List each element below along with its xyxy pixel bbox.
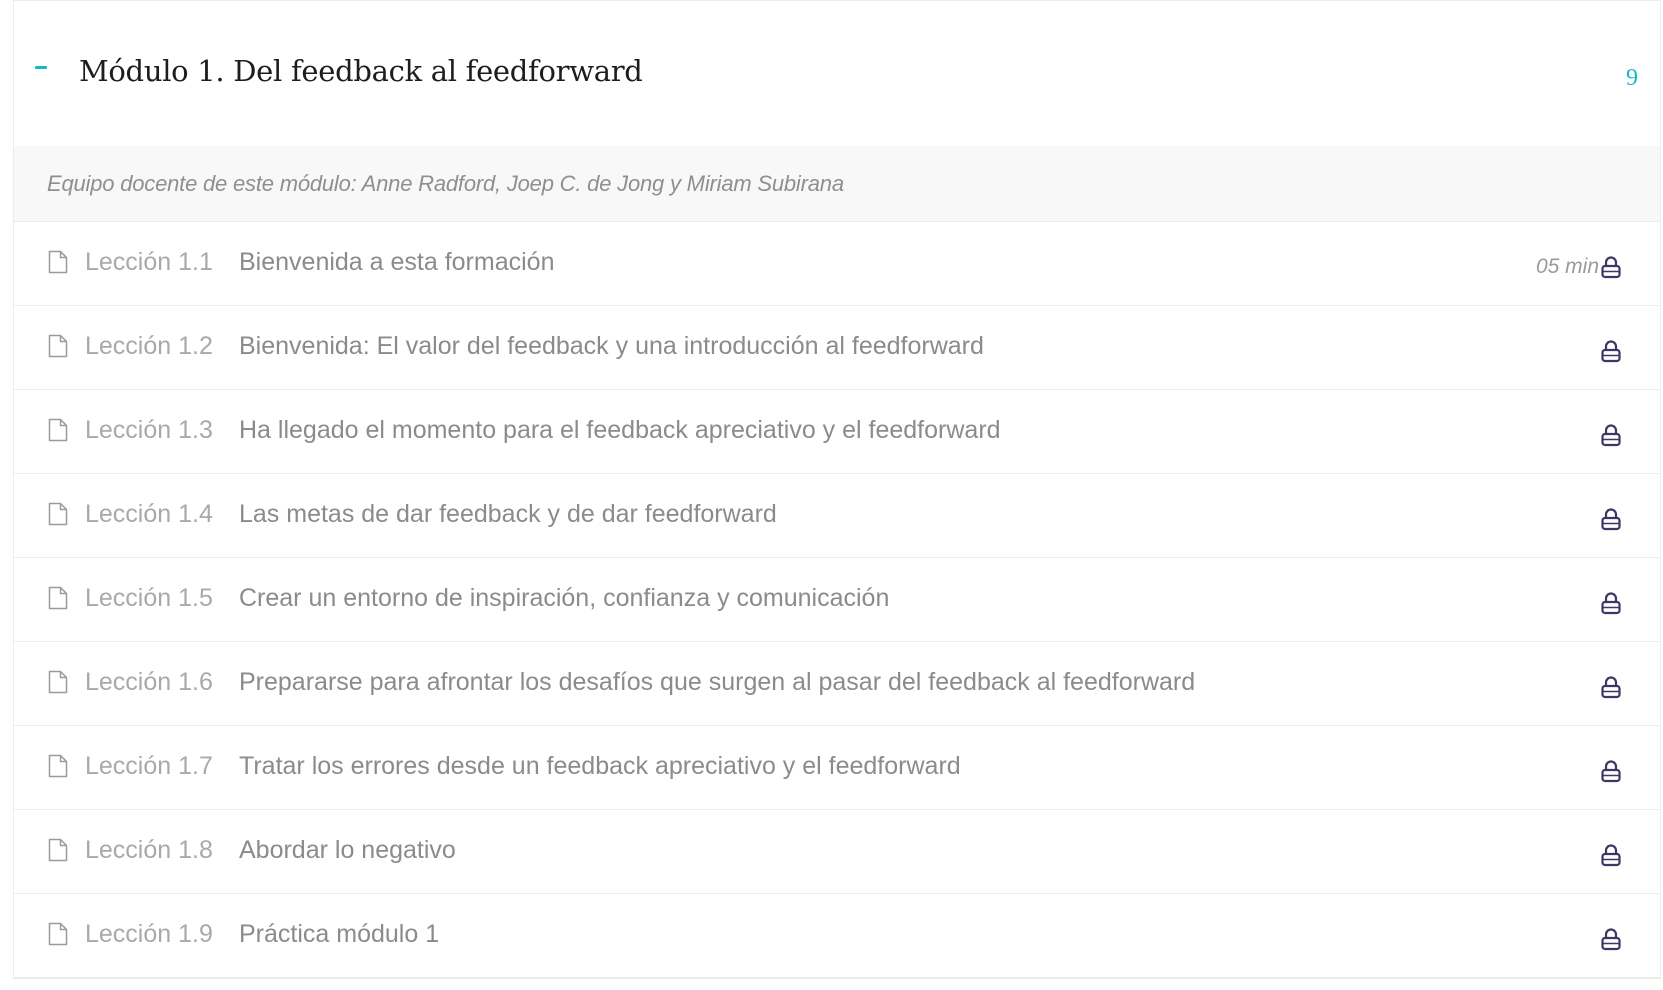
lock-icon [1600, 843, 1622, 867]
instructors-text: Equipo docente de este módulo: Anne Radf… [47, 170, 844, 196]
lesson-list: Lección 1.1 Bienvenida a esta formación 05… [14, 222, 1660, 978]
lock-icon [1600, 507, 1622, 531]
lesson-label: Lección 1.9 [85, 920, 213, 948]
lesson-title[interactable]: Abordar lo negativo [239, 836, 456, 865]
lesson-label: Lección 1.2 [85, 332, 213, 360]
lesson-label: Lección 1.3 [85, 416, 213, 444]
lock-icon [1600, 591, 1622, 615]
lesson-row[interactable]: Lección 1.3 Ha llegado el momento para el… [14, 390, 1660, 474]
document-icon [48, 670, 68, 694]
lesson-title[interactable]: Tratar los errores desde un feedback apr… [239, 752, 961, 781]
document-icon [48, 334, 68, 358]
lesson-row[interactable]: Lección 1.9 Práctica módulo 1 [14, 894, 1660, 978]
lock-icon [1600, 759, 1622, 783]
lesson-title[interactable]: Bienvenida: El valor del feedback y una … [239, 332, 984, 361]
lesson-row[interactable]: Lección 1.2 Bienvenida: El valor del feed… [14, 306, 1660, 390]
document-icon [48, 838, 68, 862]
lock-icon [1600, 423, 1622, 447]
lesson-title[interactable]: Práctica módulo 1 [239, 920, 439, 949]
module-header[interactable]: Módulo 1. Del feedback al feedforward 9 [14, 1, 1660, 146]
instructors-note: Equipo docente de este módulo: Anne Radf… [14, 146, 1660, 222]
document-icon [48, 754, 68, 778]
lesson-title[interactable]: Prepararse para afrontar los desafíos qu… [239, 668, 1195, 697]
lesson-row[interactable]: Lección 1.4 Las metas de dar feedback y d… [14, 474, 1660, 558]
lesson-row[interactable]: Lección 1.7 Tratar los errores desde un f… [14, 726, 1660, 810]
lesson-title[interactable]: Crear un entorno de inspiración, confian… [239, 584, 889, 613]
lesson-title[interactable]: Las metas de dar feedback y de dar feedf… [239, 500, 777, 529]
collapse-icon[interactable] [31, 57, 51, 77]
lock-icon [1600, 675, 1622, 699]
document-icon [48, 922, 68, 946]
lock-icon [1600, 339, 1622, 363]
lesson-row[interactable]: Lección 1.5 Crear un entorno de inspiraci… [14, 558, 1660, 642]
lesson-label: Lección 1.5 [85, 584, 213, 612]
lesson-label: Lección 1.6 [85, 668, 213, 696]
document-icon [48, 586, 68, 610]
lesson-row[interactable]: Lección 1.1 Bienvenida a esta formación 05… [14, 222, 1660, 306]
lesson-label: Lección 1.1 [85, 248, 213, 276]
document-icon [48, 502, 68, 526]
lesson-duration: 05 min [1535, 255, 1599, 278]
lesson-label: Lección 1.8 [85, 836, 213, 864]
document-icon [48, 418, 68, 442]
module-section: Módulo 1. Del feedback al feedforward 9 … [13, 0, 1661, 979]
lesson-label: Lección 1.4 [85, 500, 213, 528]
lesson-row[interactable]: Lección 1.8 Abordar lo negativo [14, 810, 1660, 894]
lesson-title[interactable]: Bienvenida a esta formación [239, 248, 554, 277]
lesson-count: 9 [1626, 65, 1638, 91]
module-title: Módulo 1. Del feedback al feedforward [79, 54, 643, 88]
lock-icon [1600, 255, 1622, 279]
lesson-title[interactable]: Ha llegado el momento para el feedback a… [239, 416, 1001, 445]
lock-icon [1600, 927, 1622, 951]
document-icon [48, 250, 68, 274]
lesson-row[interactable]: Lección 1.6 Prepararse para afrontar los … [14, 642, 1660, 726]
lesson-label: Lección 1.7 [85, 752, 213, 780]
